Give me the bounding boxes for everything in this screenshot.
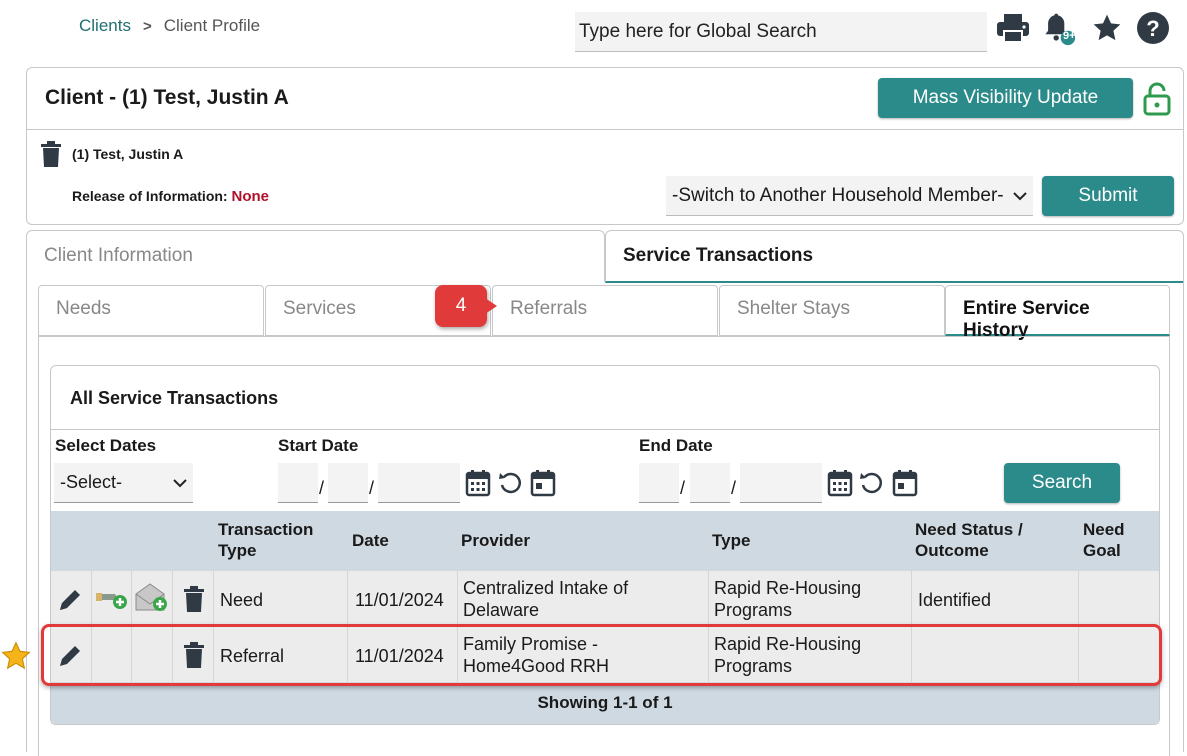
th-need-status-outcome: Need Status / Outcome bbox=[915, 520, 1023, 560]
mass-visibility-update-button[interactable]: Mass Visibility Update bbox=[878, 78, 1133, 118]
calendar-today-icon[interactable] bbox=[530, 469, 556, 497]
calendar-grid-icon[interactable] bbox=[827, 469, 853, 497]
svg-text:?: ? bbox=[1146, 16, 1159, 41]
th-transaction-type: Transaction Type bbox=[218, 520, 314, 560]
th-type: Type bbox=[712, 531, 751, 550]
delete-client-trash-icon[interactable] bbox=[40, 141, 62, 167]
breadcrumb-current: Client Profile bbox=[163, 16, 261, 35]
release-label: Release of Information: bbox=[72, 188, 228, 204]
client-name: (1) Test, Justin A bbox=[72, 146, 184, 162]
breadcrumb-separator: > bbox=[142, 17, 152, 35]
global-search-input[interactable] bbox=[575, 12, 987, 52]
start-date-year-input[interactable] bbox=[378, 463, 460, 503]
all-service-transactions-title: All Service Transactions bbox=[70, 388, 279, 408]
breadcrumb-clients-link[interactable]: Clients bbox=[79, 16, 131, 36]
select-dates-dropdown[interactable]: -Select- bbox=[54, 463, 193, 503]
release-of-information: Release of Information: None bbox=[72, 188, 269, 205]
lock-icon[interactable] bbox=[1143, 82, 1173, 116]
notification-bell-icon[interactable]: 9+ bbox=[1040, 8, 1076, 48]
client-title: Client - (1) Test, Justin A bbox=[45, 86, 289, 109]
client-card: Client - (1) Test, Justin A Mass Visibil… bbox=[26, 67, 1184, 225]
tab-client-information[interactable]: Client Information bbox=[26, 230, 605, 282]
chevron-down-icon bbox=[1013, 191, 1027, 200]
step-callout: 4 bbox=[435, 285, 487, 327]
callout-pointer bbox=[485, 298, 497, 314]
search-button[interactable]: Search bbox=[1004, 463, 1120, 503]
date-separator: / bbox=[680, 478, 686, 498]
end-date-year-input[interactable] bbox=[740, 463, 822, 503]
showing-count: Showing 1-1 of 1 bbox=[537, 693, 673, 712]
referral-row-highlight bbox=[41, 624, 1162, 686]
date-separator: / bbox=[319, 478, 325, 498]
cell-date: 11/01/2024 bbox=[355, 590, 444, 610]
th-need-goal: Need Goal bbox=[1083, 520, 1125, 560]
cell-provider: Centralized Intake of Delaware bbox=[463, 578, 629, 620]
tab-service-transactions[interactable]: Service Transactions bbox=[605, 230, 1184, 283]
cell-transaction-type: Need bbox=[220, 590, 264, 610]
release-value: None bbox=[231, 188, 269, 205]
calendar-today-icon[interactable] bbox=[892, 469, 918, 497]
end-date-day-input[interactable] bbox=[690, 463, 730, 503]
subtab-referrals[interactable]: Referrals bbox=[492, 285, 718, 336]
notification-badge: 9+ bbox=[1063, 30, 1076, 42]
date-separator: / bbox=[369, 478, 375, 498]
end-date-month-input[interactable] bbox=[639, 463, 679, 503]
cell-type: Rapid Re-Housing Programs bbox=[714, 578, 862, 620]
calendar-grid-icon[interactable] bbox=[465, 469, 491, 497]
favorite-star-icon[interactable] bbox=[1089, 8, 1125, 48]
select-dates-label: Select Dates bbox=[55, 436, 157, 455]
household-select-value: -Switch to Another Household Member- bbox=[672, 184, 1004, 206]
submit-button[interactable]: Submit bbox=[1042, 176, 1174, 216]
start-date-day-input[interactable] bbox=[328, 463, 368, 503]
subtab-needs[interactable]: Needs bbox=[38, 285, 264, 336]
th-provider: Provider bbox=[461, 531, 530, 550]
subtab-shelter-stays[interactable]: Shelter Stays bbox=[719, 285, 945, 336]
reset-icon[interactable] bbox=[498, 469, 524, 497]
help-icon[interactable]: ? bbox=[1135, 8, 1171, 48]
breadcrumb: Clients > Client Profile bbox=[79, 16, 260, 36]
add-referral-envelope-icon[interactable] bbox=[134, 580, 170, 614]
start-date-month-input[interactable] bbox=[278, 463, 318, 503]
household-member-select[interactable]: -Switch to Another Household Member- bbox=[666, 176, 1033, 216]
edit-pencil-icon[interactable] bbox=[57, 587, 85, 613]
print-icon[interactable] bbox=[995, 8, 1031, 48]
client-card-header: Client - (1) Test, Justin A Mass Visibil… bbox=[27, 68, 1183, 130]
table-footer: Showing 1-1 of 1 bbox=[51, 684, 1159, 724]
end-date-label: End Date bbox=[639, 436, 713, 455]
reset-icon[interactable] bbox=[859, 469, 885, 497]
add-service-icon[interactable] bbox=[94, 586, 130, 614]
date-separator: / bbox=[731, 478, 737, 498]
th-date: Date bbox=[352, 531, 389, 550]
star-marker-icon bbox=[0, 640, 32, 672]
chevron-down-icon bbox=[173, 478, 187, 487]
all-service-transactions-header: All Service Transactions bbox=[51, 366, 1159, 430]
cell-need-status: Identified bbox=[918, 590, 992, 610]
select-dates-value: -Select- bbox=[60, 472, 123, 492]
subtab-entire-service-history[interactable]: Entire Service History bbox=[945, 285, 1170, 341]
start-date-label: Start Date bbox=[278, 436, 359, 455]
delete-trash-icon[interactable] bbox=[183, 586, 205, 612]
